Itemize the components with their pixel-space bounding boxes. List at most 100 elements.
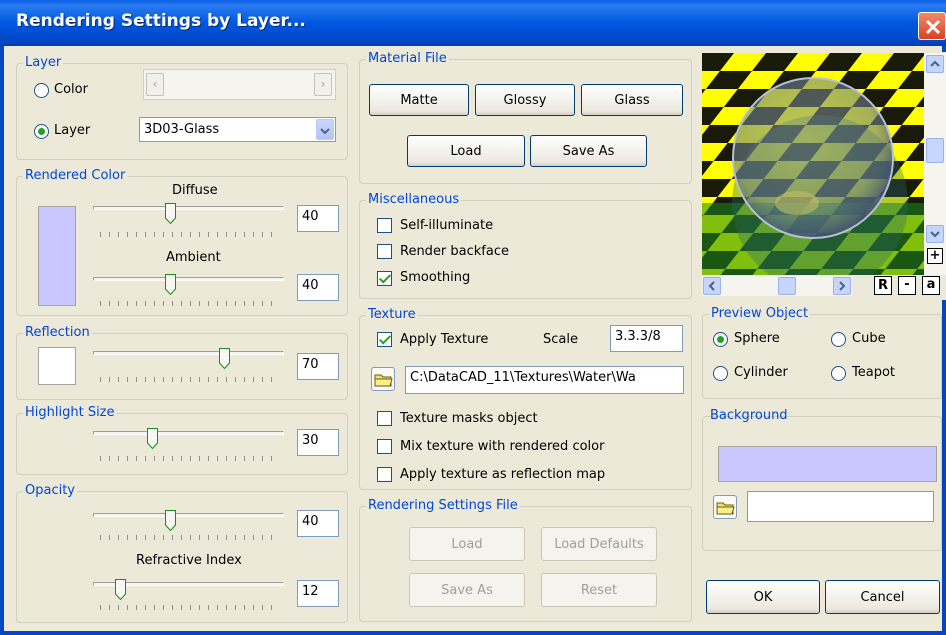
material-load-button[interactable]: Load [407, 135, 525, 167]
settings-save-as-button[interactable]: Save As [409, 573, 525, 607]
background-color-swatch[interactable] [718, 446, 937, 482]
texture-path-input[interactable]: C:\DataCAD_11\Textures\Water\Wa [405, 366, 684, 394]
smoothing-checkbox[interactable] [377, 271, 392, 286]
rendering-settings-file-legend: Rendering Settings File [366, 498, 520, 514]
cylinder-radio[interactable] [713, 366, 728, 381]
chevron-down-icon [930, 231, 940, 238]
reset-button[interactable]: Reset [541, 573, 657, 607]
color-radio-label: Color [54, 82, 88, 97]
zoom-out-button[interactable]: - [898, 276, 916, 295]
background-path-input[interactable] [747, 491, 934, 522]
texture-masks-label: Texture masks object [400, 411, 538, 426]
apply-texture-label: Apply Texture [400, 332, 489, 347]
layer-select[interactable]: 3D03-Glass [139, 117, 336, 142]
window-title: Rendering Settings by Layer... [16, 11, 306, 31]
horizontal-scroll-thumb[interactable] [778, 277, 796, 295]
color-scrollbar[interactable]: ‹ › [143, 69, 336, 100]
self-illuminate-label: Self-illuminate [400, 218, 494, 233]
texture-legend: Texture [366, 307, 418, 323]
diffuse-slider-thumb[interactable] [165, 203, 176, 224]
self-illuminate-checkbox[interactable] [377, 218, 392, 233]
mix-texture-checkbox[interactable] [377, 439, 392, 454]
reflection-slider-track[interactable] [93, 351, 284, 355]
reflection-map-label: Apply texture as reflection map [400, 467, 606, 482]
glossy-button[interactable]: Glossy [475, 84, 575, 116]
chevron-down-icon[interactable] [316, 119, 334, 140]
ambient-ticks [100, 301, 279, 306]
diffuse-input[interactable]: 40 [297, 205, 339, 232]
highlight-slider-thumb[interactable] [147, 428, 158, 449]
opacity-legend: Opacity [23, 483, 78, 499]
scroll-up-button[interactable] [926, 55, 944, 73]
reflection-legend: Reflection [23, 325, 92, 341]
refractive-ticks [100, 605, 279, 610]
plus-icon: + [929, 248, 941, 263]
layer-radio-label: Layer [54, 123, 91, 138]
background-browse-button[interactable] [713, 495, 737, 519]
rendered-color-swatch[interactable] [38, 206, 76, 306]
mix-texture-label: Mix texture with rendered color [400, 439, 605, 454]
load-defaults-button[interactable]: Load Defaults [541, 527, 657, 561]
scroll-right-button[interactable]: › [314, 73, 332, 96]
chevron-right-icon [839, 281, 846, 291]
settings-load-button[interactable]: Load [409, 527, 525, 561]
close-button[interactable] [918, 12, 946, 40]
teapot-label: Teapot [852, 365, 895, 380]
ok-button[interactable]: OK [706, 580, 820, 614]
refractive-slider-thumb[interactable] [114, 579, 126, 600]
material-save-as-button[interactable]: Save As [530, 135, 647, 167]
close-icon [925, 19, 941, 35]
scroll-left-button[interactable] [703, 277, 721, 295]
texture-masks-checkbox[interactable] [377, 411, 392, 426]
sphere-label: Sphere [734, 331, 780, 346]
auto-view-button[interactable]: a [922, 276, 940, 295]
color-radio[interactable] [34, 83, 49, 98]
cube-radio[interactable] [831, 332, 846, 347]
layer-radio[interactable] [34, 124, 49, 139]
reset-view-button[interactable]: R [874, 276, 892, 295]
zoom-in-button[interactable]: + [927, 248, 943, 264]
highlight-slider-track[interactable] [93, 431, 284, 435]
opacity-input[interactable]: 40 [297, 510, 339, 537]
reflection-map-checkbox[interactable] [377, 467, 392, 482]
scroll-thumb[interactable] [926, 138, 944, 163]
scroll-right-button[interactable] [833, 277, 851, 295]
texture-browse-button[interactable] [371, 367, 395, 391]
diffuse-slider-track[interactable] [93, 206, 284, 210]
chevron-up-icon [930, 60, 940, 67]
preview-horizontal-scrollbar[interactable] [702, 276, 852, 296]
window-border-left [0, 46, 4, 635]
matte-button[interactable]: Matte [369, 84, 469, 116]
highlight-input[interactable]: 30 [297, 429, 339, 456]
apply-texture-checkbox[interactable] [377, 332, 392, 347]
reflection-ticks [100, 377, 279, 382]
cube-label: Cube [852, 331, 886, 346]
ambient-slider-thumb[interactable] [165, 274, 176, 295]
layer-select-value: 3D03-Glass [144, 122, 220, 137]
scroll-down-button[interactable] [926, 225, 944, 243]
reflection-swatch[interactable] [38, 347, 76, 385]
layer-legend: Layer [23, 55, 64, 71]
opacity-slider-thumb[interactable] [165, 510, 176, 531]
reflection-slider-thumb[interactable] [219, 348, 230, 369]
sphere-radio[interactable] [713, 332, 728, 347]
ambient-input[interactable]: 40 [297, 274, 339, 301]
folder-icon [374, 374, 393, 387]
window-border-bottom [0, 631, 946, 635]
glass-button[interactable]: Glass [581, 84, 683, 116]
diffuse-label: Diffuse [172, 183, 218, 198]
cancel-button[interactable]: Cancel [825, 580, 940, 614]
teapot-radio[interactable] [831, 366, 846, 381]
highlight-size-legend: Highlight Size [23, 405, 117, 421]
miscellaneous-legend: Miscellaneous [366, 192, 462, 208]
preview-render [702, 53, 924, 275]
reflection-input[interactable]: 70 [297, 353, 339, 380]
scroll-left-button[interactable]: ‹ [146, 73, 164, 96]
scale-input[interactable]: 3.3.3/8 [610, 325, 683, 352]
refractive-input[interactable]: 12 [297, 580, 339, 607]
render-backface-checkbox[interactable] [377, 244, 392, 259]
refractive-index-label: Refractive Index [136, 553, 242, 568]
ambient-slider-track[interactable] [93, 277, 284, 281]
preview-vertical-scrollbar[interactable]: + [924, 53, 946, 275]
opacity-slider-track[interactable] [93, 513, 284, 517]
